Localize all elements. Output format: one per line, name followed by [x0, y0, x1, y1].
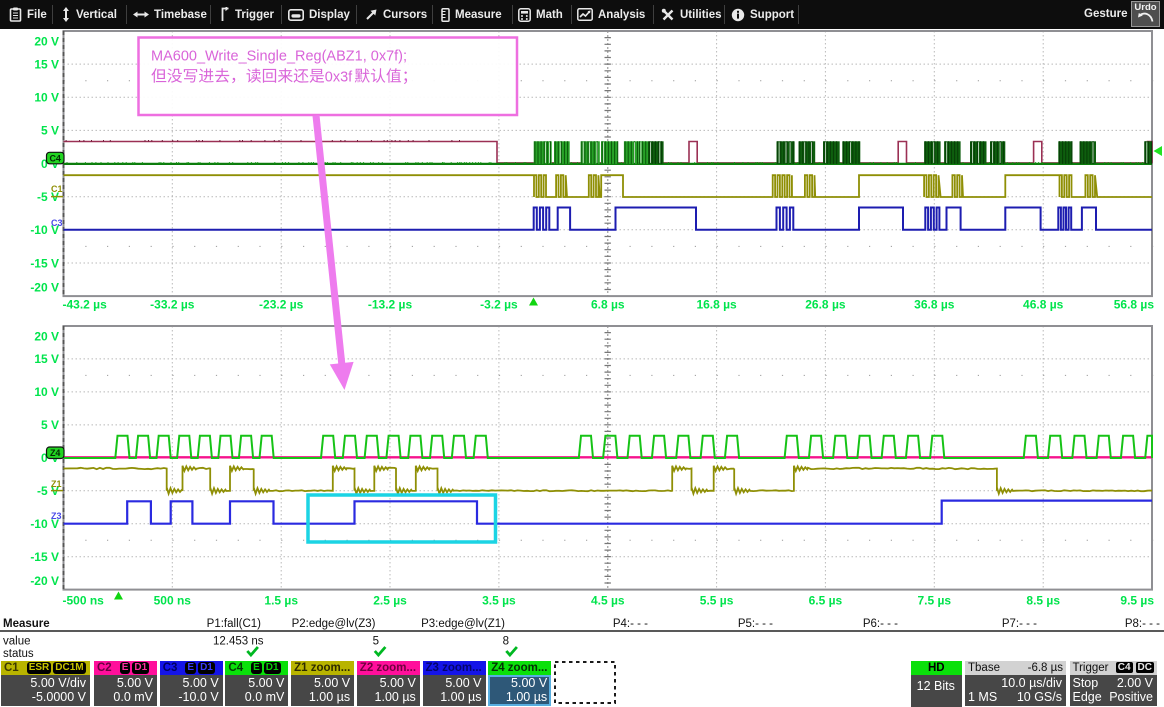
svg-text:8.5 µs: 8.5 µs	[1026, 594, 1060, 608]
svg-text:P6:- - -: P6:- - -	[863, 618, 898, 630]
svg-text:Z3: Z3	[51, 511, 62, 521]
svg-text:6.8 µs: 6.8 µs	[591, 298, 625, 312]
svg-text:2.5 µs: 2.5 µs	[373, 594, 407, 608]
svg-text:15 V: 15 V	[34, 352, 59, 366]
svg-text:-20 V: -20 V	[30, 574, 59, 588]
svg-text:P3:edge@lv(Z1): P3:edge@lv(Z1)	[421, 618, 505, 630]
svg-text:56.8 µs: 56.8 µs	[1114, 298, 1155, 312]
svg-text:P7:- - -: P7:- - -	[1002, 618, 1037, 630]
svg-text:status: status	[3, 648, 34, 660]
svg-text:6.5 µs: 6.5 µs	[809, 594, 843, 608]
svg-text:-23.2 µs: -23.2 µs	[259, 298, 304, 312]
svg-text:8: 8	[503, 636, 509, 648]
svg-text:Z1: Z1	[51, 479, 62, 489]
svg-text:3.5 µs: 3.5 µs	[482, 594, 516, 608]
svg-text:46.8 µs: 46.8 µs	[1023, 298, 1064, 312]
svg-text:Measure: Measure	[3, 618, 50, 630]
svg-text:-15 V: -15 V	[30, 256, 59, 270]
svg-text:36.8 µs: 36.8 µs	[914, 298, 955, 312]
svg-text:15 V: 15 V	[34, 57, 59, 71]
svg-text:-500 ns: -500 ns	[63, 594, 105, 608]
svg-text:20 V: 20 V	[34, 329, 59, 343]
svg-text:C4: C4	[49, 153, 61, 163]
svg-text:5.5 µs: 5.5 µs	[700, 594, 734, 608]
svg-text:MA600_Write_Single_Reg(ABZ1, 0: MA600_Write_Single_Reg(ABZ1, 0x7f);	[151, 49, 407, 65]
svg-text:C1: C1	[51, 184, 63, 194]
svg-text:7.5 µs: 7.5 µs	[917, 594, 951, 608]
svg-text:12.453 ns: 12.453 ns	[213, 636, 264, 648]
svg-text:26.8 µs: 26.8 µs	[805, 298, 846, 312]
svg-text:value: value	[3, 636, 31, 648]
svg-text:10 V: 10 V	[34, 91, 59, 105]
svg-text:P1:fall(C1): P1:fall(C1)	[207, 618, 261, 630]
svg-text:P5:- - -: P5:- - -	[738, 618, 773, 630]
svg-text:-20 V: -20 V	[30, 280, 59, 294]
svg-text:16.8 µs: 16.8 µs	[696, 298, 737, 312]
svg-text:-13.2 µs: -13.2 µs	[368, 298, 413, 312]
svg-text:-43.2 µs: -43.2 µs	[63, 298, 108, 312]
svg-text:10 V: 10 V	[34, 385, 59, 399]
svg-text:5 V: 5 V	[41, 124, 59, 138]
svg-text:0x3f: 0x3f	[325, 70, 353, 86]
svg-text:5 V: 5 V	[41, 418, 59, 432]
svg-text:-3.2 µs: -3.2 µs	[480, 298, 518, 312]
svg-text:P8:- - -: P8:- - -	[1125, 618, 1160, 630]
svg-text:P2:edge@lv(Z3): P2:edge@lv(Z3)	[292, 618, 376, 630]
svg-text:-33.2 µs: -33.2 µs	[150, 298, 195, 312]
svg-text:1.5 µs: 1.5 µs	[264, 594, 298, 608]
svg-text:P4:- - -: P4:- - -	[613, 618, 648, 630]
svg-text:9.5 µs: 9.5 µs	[1120, 594, 1154, 608]
svg-text:Z4: Z4	[50, 448, 61, 458]
svg-text:5: 5	[373, 636, 379, 648]
svg-text:500 ns: 500 ns	[154, 594, 192, 608]
svg-text:C3: C3	[51, 218, 63, 228]
svg-text:20 V: 20 V	[34, 34, 59, 48]
svg-text:4.5 µs: 4.5 µs	[591, 594, 625, 608]
svg-text:-15 V: -15 V	[30, 550, 59, 564]
